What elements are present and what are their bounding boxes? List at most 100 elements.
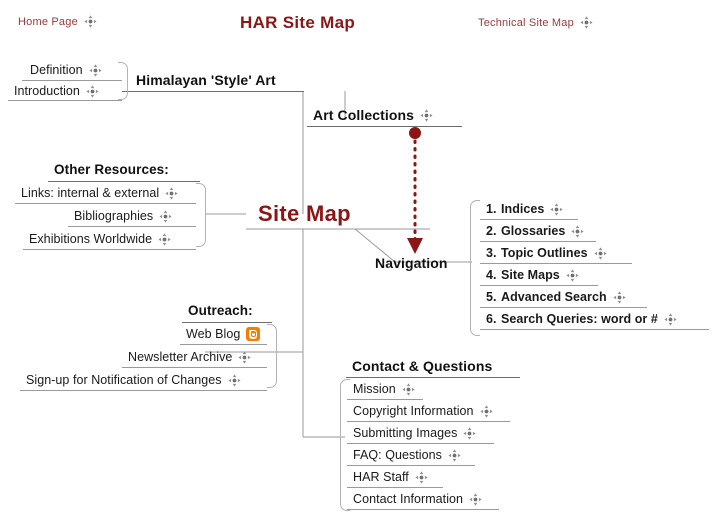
leaf-label: Advanced Search <box>501 290 607 304</box>
leaf-copyright-information[interactable]: Copyright Information <box>353 404 493 418</box>
leaf-number: 2. <box>486 224 497 238</box>
leaf-label: FAQ: Questions <box>353 448 442 462</box>
leaf-mission[interactable]: Mission <box>353 382 415 396</box>
bracket-navigation <box>470 200 480 336</box>
branch-title-outreach: Outreach: <box>188 303 253 318</box>
leaf-label: Links: internal & external <box>21 186 160 200</box>
move-icon[interactable] <box>228 373 241 387</box>
leaf-label: Site Maps <box>501 268 560 282</box>
rule-advanced-search <box>480 307 647 308</box>
leaf-label: Definition <box>30 63 83 77</box>
rule-topic-outlines <box>480 263 632 264</box>
rule-definition <box>22 80 122 81</box>
move-icon[interactable] <box>463 426 476 440</box>
connector-lines <box>205 91 472 438</box>
leaf-newsletter-archive[interactable]: Newsletter Archive <box>128 350 252 364</box>
rule-search-queries <box>480 329 709 330</box>
leaf-label: Introduction <box>14 84 80 98</box>
bracket-himalayan <box>118 62 128 100</box>
move-icon[interactable] <box>580 16 593 29</box>
rule-signup-notification <box>20 390 267 391</box>
leaf-search-queries[interactable]: 6. Search Queries: word or # <box>486 312 677 326</box>
move-icon[interactable] <box>613 290 626 304</box>
leaf-number: 4. <box>486 268 497 282</box>
leaf-glossaries[interactable]: 2. Glossaries <box>486 224 585 238</box>
leaf-label: Glossaries <box>501 224 566 238</box>
leaf-label: Exhibitions Worldwide <box>29 232 153 246</box>
blogger-icon[interactable] <box>246 327 261 341</box>
leaf-har-staff[interactable]: HAR Staff <box>353 470 428 484</box>
rule-copyright-information <box>347 421 510 422</box>
home-page-link[interactable]: Home Page <box>18 15 97 28</box>
leaf-definition[interactable]: Definition <box>30 63 102 77</box>
move-icon[interactable] <box>469 492 482 506</box>
leaf-label: Bibliographies <box>74 209 154 223</box>
branch-title-art-collections[interactable]: Art Collections <box>313 107 433 123</box>
rule-introduction <box>8 100 122 101</box>
branch-title-navigation: Navigation <box>375 255 448 271</box>
leaf-topic-outlines[interactable]: 3. Topic Outlines <box>486 246 607 260</box>
dotted-arrow-annotation <box>407 127 423 254</box>
home-page-label: Home Page <box>18 15 78 28</box>
rule-art-collections <box>307 126 462 127</box>
move-icon[interactable] <box>238 350 252 364</box>
rule-himalayan <box>122 91 304 92</box>
technical-site-map-link[interactable]: Technical Site Map <box>478 16 593 29</box>
move-icon[interactable] <box>415 470 428 484</box>
leaf-label: Copyright Information <box>353 404 474 418</box>
move-icon[interactable] <box>479 404 493 418</box>
leaf-bibliographies[interactable]: Bibliographies <box>74 209 172 223</box>
bracket-outreach <box>267 324 277 388</box>
leaf-links-internal-external[interactable]: Links: internal & external <box>21 186 178 200</box>
leaf-label: Submitting Images <box>353 426 458 440</box>
move-icon[interactable] <box>571 224 585 238</box>
branch-title-contact: Contact & Questions <box>352 358 493 374</box>
leaf-label: Indices <box>501 202 545 216</box>
rule-glossaries <box>480 241 596 242</box>
rule-indices <box>480 219 578 220</box>
leaf-exhibitions-worldwide[interactable]: Exhibitions Worldwide <box>29 232 171 246</box>
move-icon[interactable] <box>402 382 415 396</box>
move-icon[interactable] <box>448 448 461 462</box>
root-node: Site Map <box>258 201 351 226</box>
leaf-site-maps[interactable]: 4. Site Maps <box>486 268 579 282</box>
rule-bibliographies <box>68 226 196 227</box>
leaf-label: Web Blog <box>186 327 241 341</box>
leaf-label: Contact Information <box>353 492 464 506</box>
bracket-other-resources <box>196 183 206 247</box>
technical-site-map-label: Technical Site Map <box>478 16 574 29</box>
site-map-canvas: Home Page HAR Site Map Technical Site Ma… <box>0 0 716 519</box>
move-icon[interactable] <box>550 202 564 216</box>
move-icon[interactable] <box>158 232 171 246</box>
leaf-signup-notification[interactable]: Sign-up for Notification of Changes <box>26 373 241 387</box>
branch-title-other-resources: Other Resources: <box>54 162 169 177</box>
rule-mission <box>347 399 423 400</box>
move-icon[interactable] <box>664 312 677 326</box>
leaf-faq-questions[interactable]: FAQ: Questions <box>353 448 461 462</box>
leaf-label: Sign-up for Notification of Changes <box>26 373 222 387</box>
move-icon[interactable] <box>86 84 99 98</box>
leaf-number: 3. <box>486 246 497 260</box>
move-icon[interactable] <box>593 246 607 260</box>
move-icon[interactable] <box>159 209 172 223</box>
move-icon[interactable] <box>420 108 433 122</box>
rule-outreach <box>182 322 272 323</box>
leaf-submitting-images[interactable]: Submitting Images <box>353 426 476 440</box>
move-icon[interactable] <box>84 15 97 28</box>
move-icon[interactable] <box>566 268 579 282</box>
rule-other-resources <box>48 181 200 182</box>
leaf-web-blog[interactable]: Web Blog <box>186 327 261 341</box>
leaf-label: Newsletter Archive <box>128 350 233 364</box>
rule-web-blog <box>180 344 267 345</box>
leaf-contact-information[interactable]: Contact Information <box>353 492 482 506</box>
leaf-advanced-search[interactable]: 5. Advanced Search <box>486 290 626 304</box>
leaf-introduction[interactable]: Introduction <box>14 84 99 98</box>
leaf-indices[interactable]: 1. Indices <box>486 202 564 216</box>
leaf-label: Mission <box>353 382 396 396</box>
leaf-number: 6. <box>486 312 497 326</box>
branch-label: Art Collections <box>313 107 415 123</box>
move-icon[interactable] <box>165 186 178 200</box>
rule-newsletter-archive <box>122 367 267 368</box>
move-icon[interactable] <box>89 63 102 77</box>
branch-title-himalayan: Himalayan 'Style' Art <box>136 72 276 88</box>
